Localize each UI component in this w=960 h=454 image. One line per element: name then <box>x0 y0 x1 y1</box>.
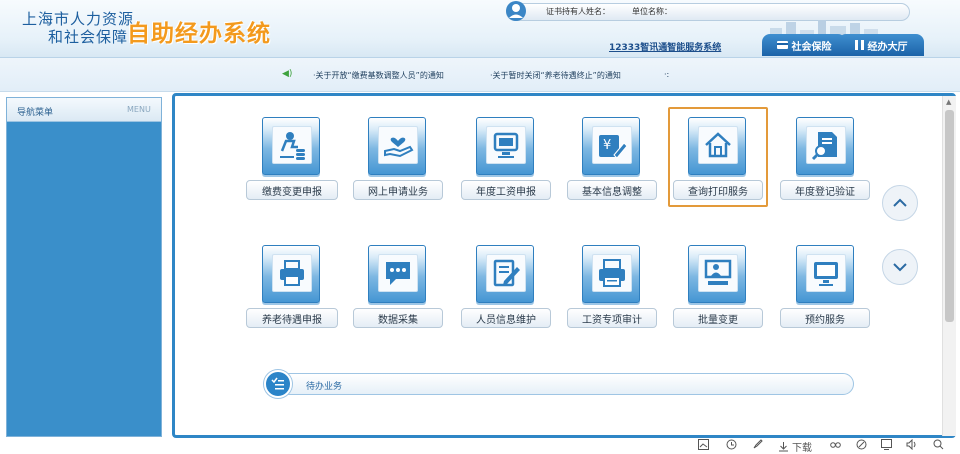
pending-business-label: 待办业务 <box>306 382 343 392</box>
scroll-down-button[interactable] <box>882 249 918 285</box>
checklist-icon <box>264 370 292 398</box>
tab-service-hall[interactable]: 经办大厅 <box>838 34 924 56</box>
sidebar-menu-label: MENU <box>127 105 151 114</box>
service-label-appointment[interactable]: 预约服务 <box>780 308 870 328</box>
selected-highlight-frame <box>668 107 768 207</box>
tab-social-insurance[interactable]: 社会保险 <box>762 34 846 56</box>
scrollbar-thumb[interactable] <box>945 110 954 322</box>
download-label: 下载 <box>792 443 812 454</box>
monitor-icon <box>493 132 519 158</box>
speaker-icon: ◀) <box>282 69 293 79</box>
svg-text:¥: ¥ <box>603 138 611 153</box>
service-tile-pension-declaration[interactable] <box>262 245 320 303</box>
card-icon <box>776 41 788 49</box>
hand-heart-icon <box>384 137 414 158</box>
edit-document-icon <box>493 259 520 287</box>
scroll-up-button[interactable] <box>882 185 918 221</box>
notice-item-pension[interactable]: ·关于暂时关闭“养老待遇终止”的通知 <box>490 70 621 81</box>
notice-bar <box>0 58 960 92</box>
service-tile-salary-audit[interactable] <box>582 245 640 303</box>
unit-name-label: 单位名称： <box>632 7 672 16</box>
print-fax-icon <box>599 259 625 287</box>
service-label-online-application[interactable]: 网上申请业务 <box>353 180 443 200</box>
service-tile-personnel-info[interactable] <box>476 245 534 303</box>
search-icon[interactable] <box>933 439 944 450</box>
service-tile-online-application[interactable] <box>368 117 426 175</box>
download-icon <box>779 442 788 452</box>
service-tile-annual-salary[interactable] <box>476 117 534 175</box>
service-tile-basic-info[interactable]: ¥ <box>582 117 640 175</box>
sidebar-nav: 导航菜单 MENU <box>6 97 162 437</box>
service-label-salary-audit[interactable]: 工资专项审计 <box>567 308 657 328</box>
service-label-data-collection[interactable]: 数据采集 <box>353 308 443 328</box>
person-coins-icon <box>280 132 305 160</box>
download-button[interactable]: 下载 <box>778 439 812 454</box>
chat-bubble-icon <box>386 262 410 285</box>
tab-service-hall-label: 经办大厅 <box>867 41 908 53</box>
service-tile-batch-change[interactable] <box>688 245 746 303</box>
document-search-icon <box>811 132 837 161</box>
window-icon[interactable] <box>881 439 892 450</box>
rocket-icon[interactable] <box>752 439 763 450</box>
yuan-card-icon: ¥ <box>599 135 628 159</box>
refresh-icon[interactable] <box>726 439 737 450</box>
pending-business-bar[interactable] <box>268 373 854 395</box>
service-tile-contribution-change[interactable] <box>262 117 320 175</box>
service-label-pension-declaration[interactable]: 养老待遇申报 <box>246 308 338 328</box>
service-tile-annual-registration[interactable] <box>796 117 854 175</box>
system-title: 自助经办系统 <box>127 21 271 47</box>
service-tile-data-collection[interactable] <box>368 245 426 303</box>
printer-icon <box>280 260 304 286</box>
sidebar-title: 导航菜单 <box>17 108 54 118</box>
edit-icon[interactable] <box>856 439 867 450</box>
scroll-up-arrow-icon[interactable]: ▲ <box>946 98 951 106</box>
service-label-annual-salary[interactable]: 年度工资申报 <box>461 180 551 200</box>
glasses-icon[interactable] <box>830 439 841 450</box>
user-avatar-icon <box>506 1 526 21</box>
service-label-contribution-change[interactable]: 缴费变更申报 <box>246 180 338 200</box>
chevron-up-icon <box>893 198 907 207</box>
certificate-holder-label: 证书持有人姓名： <box>546 7 610 16</box>
sidebar-header: 导航菜单 MENU <box>7 98 161 122</box>
image-icon[interactable] <box>698 439 709 450</box>
speaker-volume-icon[interactable] <box>906 439 917 450</box>
tab-social-insurance-label: 社会保险 <box>791 41 832 53</box>
service-label-basic-info[interactable]: 基本信息调整 <box>567 180 657 200</box>
screen-icon <box>814 262 838 286</box>
chevron-down-icon <box>893 263 907 272</box>
service-label-personnel-info[interactable]: 人员信息维护 <box>461 308 551 328</box>
bottom-toolbar <box>0 438 960 454</box>
notice-end: ·: <box>664 70 670 79</box>
service-tile-appointment[interactable] <box>796 245 854 303</box>
smart-service-link[interactable]: 12333智讯通智能服务系统 <box>609 40 721 53</box>
service-label-annual-registration[interactable]: 年度登记验证 <box>780 180 870 200</box>
org-name-line2: 和社会保障 <box>48 28 129 46</box>
presenter-icon <box>704 259 732 285</box>
notice-item-contribution[interactable]: ·关于开放“缴费基数调整人员”的通知 <box>313 70 444 81</box>
pause-icon <box>854 40 864 50</box>
service-label-batch-change[interactable]: 批量变更 <box>673 308 763 328</box>
